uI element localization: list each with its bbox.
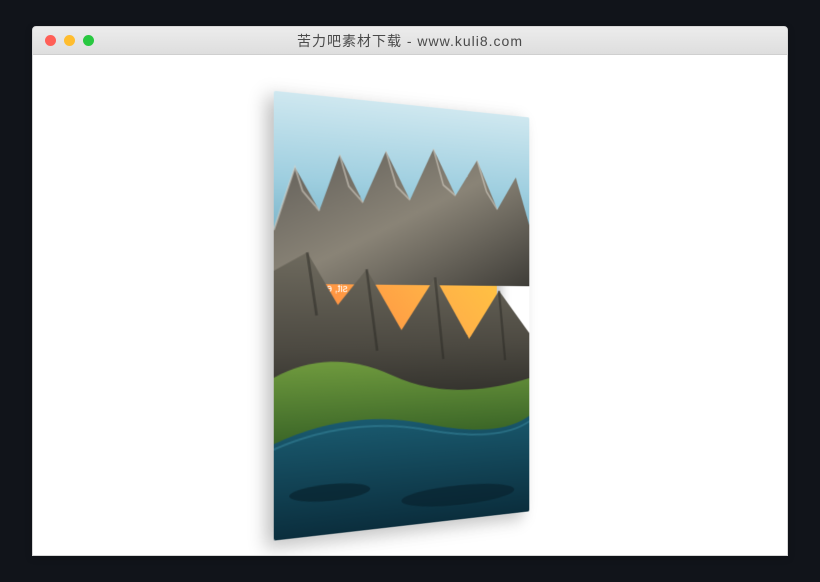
maximize-icon[interactable] — [83, 35, 94, 46]
window-title: 苦力吧素材下载 - www.kuli8.com — [33, 31, 787, 51]
minimize-icon[interactable] — [64, 35, 75, 46]
browser-window: 苦力吧素材下载 - www.kuli8.com Ratione, sit, et… — [32, 26, 788, 556]
window-titlebar: 苦力吧素材下载 - www.kuli8.com — [33, 27, 787, 55]
page-content: Ratione, sit, et ? eaque — [33, 55, 787, 555]
card-front — [274, 91, 530, 541]
close-icon[interactable] — [45, 35, 56, 46]
window-controls — [33, 35, 94, 46]
mountain-lake-photo — [274, 91, 530, 541]
flip-card[interactable]: Ratione, sit, et ? eaque — [274, 91, 530, 541]
